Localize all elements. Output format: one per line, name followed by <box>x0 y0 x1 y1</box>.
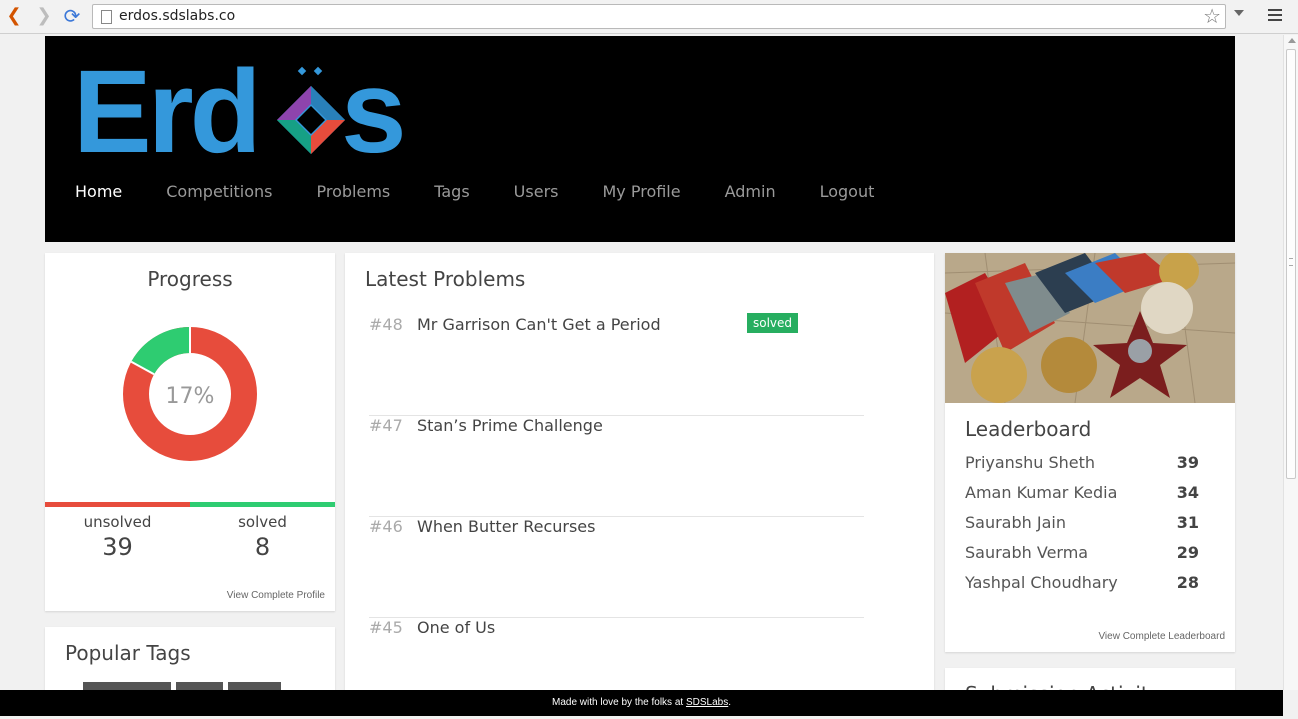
leaderboard-row[interactable]: Saurabh Jain 31 <box>965 513 1199 543</box>
site-header: Erd s Home Competitions Problems Tags Us… <box>45 36 1235 242</box>
nav-tags[interactable]: Tags <box>434 182 469 201</box>
scroll-up-icon[interactable] <box>1288 38 1296 43</box>
problem-id: #48 <box>369 315 403 334</box>
progress-title: Progress <box>147 267 233 291</box>
leaderboard-score: 31 <box>1176 513 1199 532</box>
medals-image <box>945 253 1235 403</box>
leaderboard-score: 29 <box>1176 543 1199 562</box>
problem-name[interactable]: When Butter Recurses <box>417 517 595 536</box>
svg-text:s: s <box>341 60 407 160</box>
progress-percent: 17% <box>166 384 215 409</box>
unsolved-bar <box>45 502 190 507</box>
leaderboard-row[interactable]: Aman Kumar Kedia 34 <box>965 483 1199 513</box>
unsolved-count: 39 <box>102 533 133 561</box>
problem-name[interactable]: Stan’s Prime Challenge <box>417 416 603 435</box>
leaderboard-user-name[interactable]: Yashpal Choudhary <box>965 573 1118 592</box>
leaderboard-score: 28 <box>1176 573 1199 592</box>
chevron-down-icon[interactable] <box>1234 10 1244 16</box>
problem-id: #46 <box>369 517 403 536</box>
vertical-scrollbar[interactable] <box>1283 35 1298 690</box>
leaderboard-card: Leaderboard Priyanshu Sheth 39 Aman Kuma… <box>945 253 1235 652</box>
leaderboard-user-name[interactable]: Saurabh Jain <box>965 513 1066 532</box>
leaderboard-user-name[interactable]: Saurabh Verma <box>965 543 1088 562</box>
bookmark-star-icon[interactable]: ☆ <box>1203 5 1221 27</box>
page-icon <box>101 10 112 24</box>
nav-logout[interactable]: Logout <box>820 182 875 201</box>
browser-toolbar: ❮ ❯ ⟳ erdos.sdslabs.co ☆ <box>0 0 1298 34</box>
forward-arrow-icon[interactable]: ❯ <box>34 6 54 26</box>
latest-problems-card: Latest Problems #48 Mr Garrison Can't Ge… <box>345 253 934 707</box>
solved-stat: solved 8 <box>190 513 335 561</box>
url-text[interactable]: erdos.sdslabs.co <box>119 8 235 24</box>
problem-id: #47 <box>369 416 403 435</box>
nav-my-profile[interactable]: My Profile <box>602 182 680 201</box>
unsolved-stat: unsolved 39 <box>45 513 190 561</box>
site-footer: Made with love by the folks at SDSLabs. <box>0 690 1283 716</box>
leaderboard-row[interactable]: Saurabh Verma 29 <box>965 543 1199 573</box>
menu-icon[interactable] <box>1268 9 1282 23</box>
progress-donut-chart: 17% <box>123 327 257 461</box>
problem-id: #45 <box>369 618 403 637</box>
view-complete-leaderboard-link[interactable]: View Complete Leaderboard <box>1098 631 1225 642</box>
problem-name[interactable]: One of Us <box>417 618 495 637</box>
leaderboard-score: 34 <box>1176 483 1199 502</box>
leaderboard-row[interactable]: Priyanshu Sheth 39 <box>965 453 1199 483</box>
address-bar[interactable]: erdos.sdslabs.co ☆ <box>92 4 1226 29</box>
leaderboard-row[interactable]: Yashpal Choudhary 28 <box>965 573 1199 603</box>
nav-problems[interactable]: Problems <box>317 182 391 201</box>
main-nav: Home Competitions Problems Tags Users My… <box>75 182 918 201</box>
view-complete-profile-link[interactable]: View Complete Profile <box>227 590 325 601</box>
footer-suffix: . <box>728 697 731 708</box>
sdslabs-link[interactable]: SDSLabs <box>686 697 728 708</box>
footer-text: Made with love by the folks at <box>552 697 684 708</box>
popular-tags-title: Popular Tags <box>65 641 191 665</box>
leaderboard-title: Leaderboard <box>965 417 1092 441</box>
nav-home[interactable]: Home <box>75 182 122 201</box>
solved-count: 8 <box>254 533 271 561</box>
progress-card: Progress 17% unsolved 39 solved 8 View C… <box>45 253 335 611</box>
problem-row[interactable]: #48 Mr Garrison Can't Get a Period solve… <box>369 313 864 416</box>
solved-label: solved <box>238 513 287 531</box>
problem-row[interactable]: #47 Stan’s Prime Challenge <box>369 416 864 517</box>
latest-problems-title: Latest Problems <box>365 267 526 291</box>
unsolved-label: unsolved <box>83 513 152 531</box>
nav-users[interactable]: Users <box>514 182 559 201</box>
scrollbar-thumb[interactable] <box>1286 49 1296 479</box>
problem-name[interactable]: Mr Garrison Can't Get a Period <box>417 315 661 334</box>
problem-row[interactable]: #46 When Butter Recurses <box>369 517 864 618</box>
svg-text:Erd: Erd <box>73 60 258 160</box>
nav-admin[interactable]: Admin <box>725 182 776 201</box>
erdos-logo[interactable]: Erd s <box>73 46 413 178</box>
leaderboard-user-name[interactable]: Aman Kumar Kedia <box>965 483 1117 502</box>
nav-competitions[interactable]: Competitions <box>166 182 272 201</box>
leaderboard-score: 39 <box>1176 453 1199 472</box>
leaderboard-user-name[interactable]: Priyanshu Sheth <box>965 453 1095 472</box>
back-arrow-icon[interactable]: ❮ <box>4 6 24 26</box>
solved-badge: solved <box>747 313 799 333</box>
solved-bar <box>190 502 335 507</box>
reload-icon[interactable]: ⟳ <box>62 6 82 26</box>
logo-graphic: Erd s <box>73 46 407 178</box>
